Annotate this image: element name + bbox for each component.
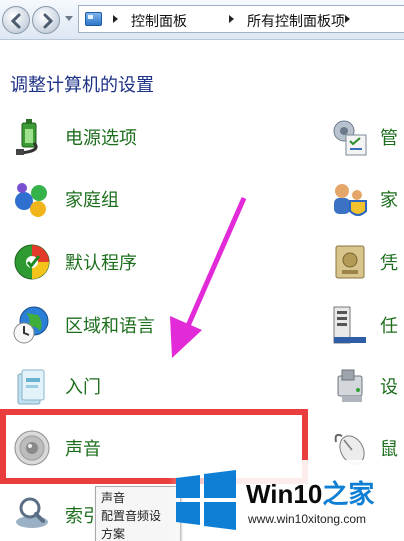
device-manager-icon — [337, 369, 363, 402]
credential-manager-icon — [335, 245, 365, 279]
item-label: 入门 — [65, 377, 101, 398]
windows-logo-icon — [176, 470, 236, 530]
forward-arrow-icon — [43, 13, 54, 29]
taskbar-icon — [333, 306, 366, 344]
breadcrumb[interactable]: 控制面板 所有控制面板项 — [78, 5, 404, 33]
breadcrumb-separator-icon[interactable] — [113, 15, 118, 23]
item-credential-manager[interactable]: 凭 — [330, 238, 404, 288]
annotation-arrow-icon — [170, 196, 247, 358]
item-label: 管 — [380, 128, 398, 149]
power-options-icon — [16, 119, 38, 155]
tooltip-title: 声音 — [101, 491, 126, 505]
control-panel-window: 控制面板 所有控制面板项 调整计算机的设置 电源选项 家庭组 默认程序 区域和语… — [0, 0, 404, 541]
item-device-manager[interactable]: 设 — [330, 362, 404, 412]
item-label: 家庭组 — [65, 190, 119, 211]
address-bar: 控制面板 所有控制面板项 — [0, 0, 404, 40]
control-panel-icon — [85, 12, 102, 26]
default-programs-icon — [14, 244, 50, 280]
item-label: 鼠 — [380, 439, 398, 460]
item-label: 任 — [380, 316, 398, 337]
breadcrumb-control-panel[interactable]: 控制面板 — [131, 11, 187, 31]
watermark-url: www.win10xitong.com — [248, 512, 367, 526]
watermark-brand-main: Win10 — [246, 479, 323, 509]
watermark-brand-accent: 之家 — [322, 479, 375, 509]
parental-controls-icon — [334, 184, 367, 216]
page-header: 调整计算机的设置 — [0, 41, 404, 117]
back-arrow-icon — [10, 13, 21, 29]
getting-started-icon — [17, 369, 45, 405]
breadcrumb-separator-icon[interactable] — [229, 15, 234, 23]
forward-button[interactable] — [32, 6, 60, 34]
watermark: Win10之家 www.win10xitong.com — [168, 460, 404, 541]
tooltip-description-continued: 方案 — [101, 527, 126, 541]
item-administrative-tools[interactable]: 管 — [330, 113, 404, 163]
item-label: 凭 — [380, 253, 398, 274]
homegroup-icon — [15, 183, 47, 217]
indexing-options-icon — [16, 497, 48, 528]
item-label: 设 — [380, 377, 398, 398]
item-label: 电源选项 — [65, 128, 137, 149]
item-label: 默认程序 — [65, 253, 137, 274]
item-taskbar[interactable]: 任 — [330, 301, 404, 351]
item-power-options[interactable]: 电源选项 — [12, 113, 262, 163]
item-label: 区域和语言 — [65, 316, 155, 337]
watermark-brand: Win10之家 — [246, 474, 374, 511]
recent-pages-dropdown-icon[interactable] — [65, 16, 73, 21]
item-parental-controls[interactable]: 家 — [330, 175, 404, 225]
back-button[interactable] — [2, 6, 30, 34]
item-label: 家 — [380, 190, 398, 211]
tooltip-description: 配置音频设 — [101, 509, 162, 523]
page-title: 调整计算机的设置 — [10, 75, 154, 96]
item-indexing-options[interactable]: 索引 — [12, 490, 102, 540]
breadcrumb-all-items[interactable]: 所有控制面板项 — [247, 11, 345, 31]
region-language-icon — [13, 306, 49, 344]
breadcrumb-separator-icon[interactable] — [345, 15, 350, 23]
admin-tools-icon — [333, 120, 367, 156]
